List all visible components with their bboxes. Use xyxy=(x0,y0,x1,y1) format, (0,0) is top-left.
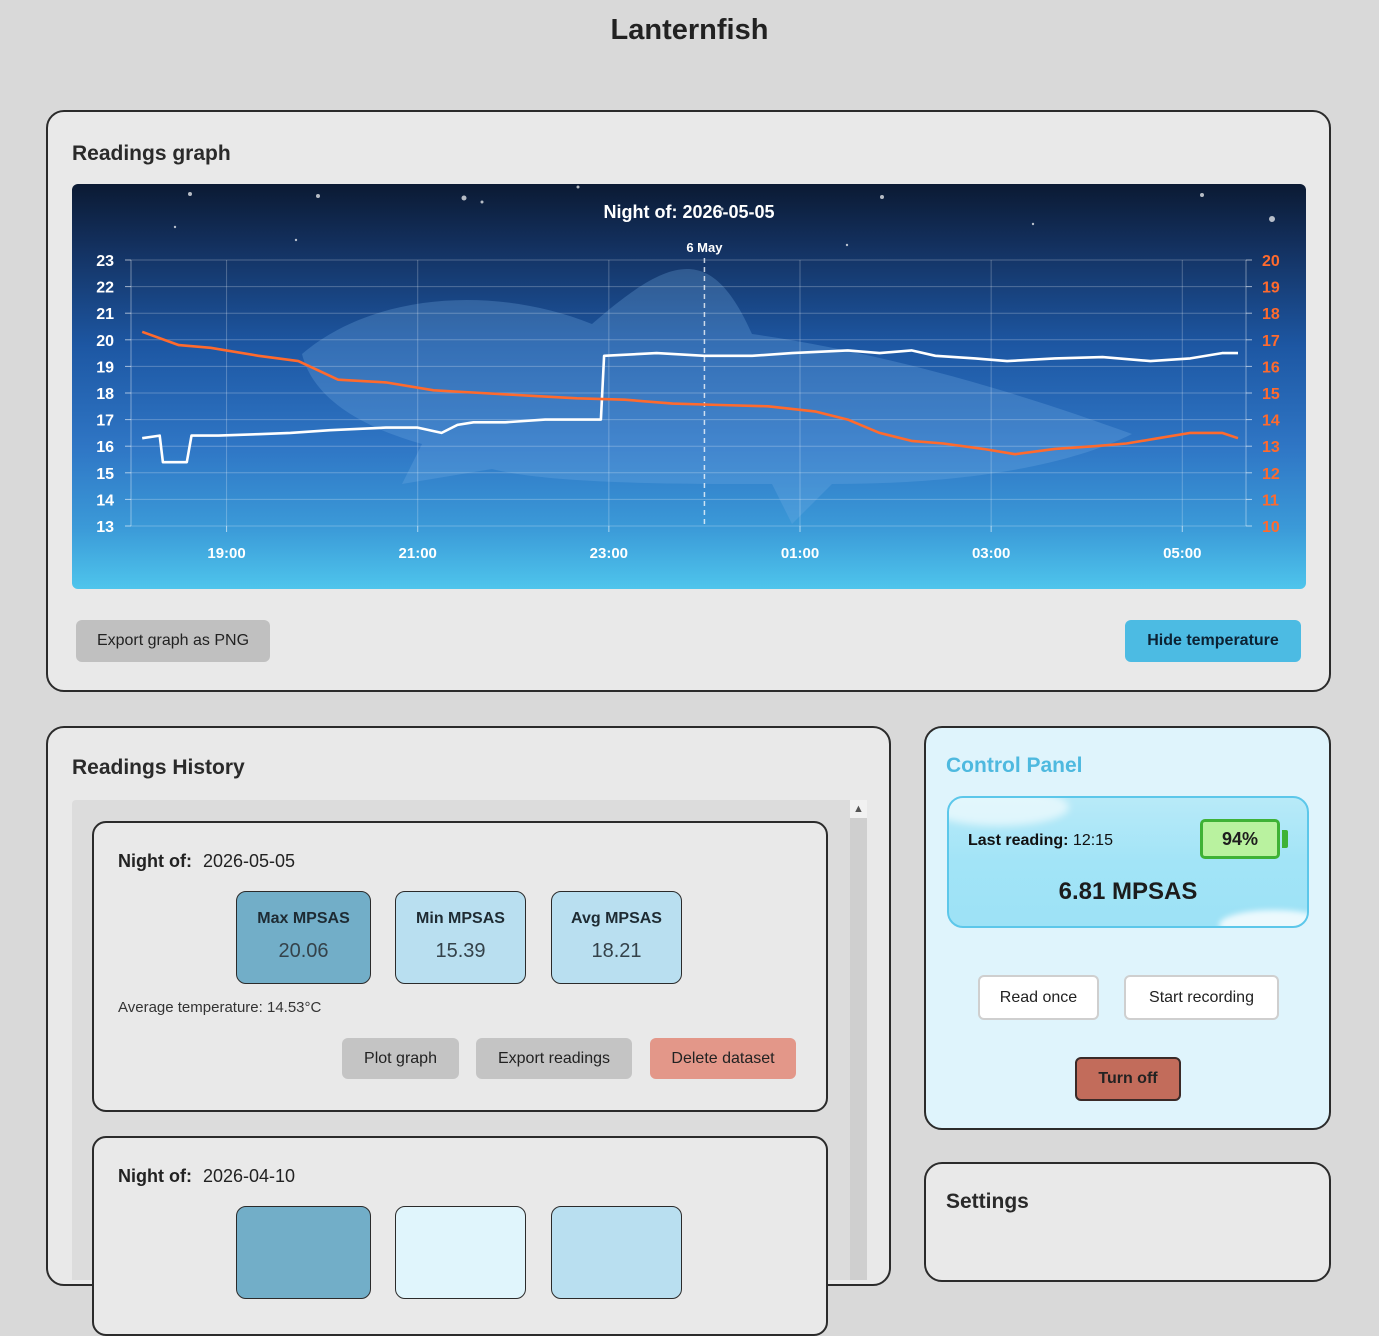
y-right-tick-label: 13 xyxy=(1262,439,1280,456)
avg-mpsas-stat: Avg MPSAS 18.21 xyxy=(551,891,682,984)
readings-graph-card: Readings graph 23 20 22 19 21 18 20 17 19 16 18 15 1… xyxy=(46,110,1331,692)
y-right-tick-label: 16 xyxy=(1262,359,1280,376)
y-right-tick-label: 10 xyxy=(1262,519,1280,536)
mpsas-reading-value: 6.81 MPSAS xyxy=(1058,878,1198,905)
hide-temperature-button[interactable]: Hide temperature xyxy=(1125,620,1301,662)
night-date-label: Night of: 2026-05-05 xyxy=(118,851,295,872)
export-readings-button[interactable]: Export readings xyxy=(476,1038,632,1079)
avg-mpsas-value: 18.21 xyxy=(591,940,642,962)
x-tick-label: 23:00 xyxy=(590,545,628,562)
max-mpsas-label: Max MPSAS xyxy=(257,910,350,927)
readings-chart: 23 20 22 19 21 18 20 17 19 16 18 15 17 14 16 13 15 12 14 11… xyxy=(72,184,1306,589)
y-left-tick-label: 13 xyxy=(96,519,114,536)
y-left-tick-label: 21 xyxy=(96,306,114,323)
delete-dataset-button[interactable]: Delete dataset xyxy=(650,1038,796,1079)
y-right-tick-label: 12 xyxy=(1262,466,1280,483)
min-mpsas-label: Min MPSAS xyxy=(416,910,505,927)
star-icon xyxy=(845,243,849,247)
star-icon xyxy=(173,225,177,229)
x-tick-label: 19:00 xyxy=(207,545,245,562)
last-reading-label: Last reading: xyxy=(968,832,1069,849)
cloud-decoration xyxy=(949,798,1069,826)
y-left-tick-label: 17 xyxy=(96,413,114,430)
night-dataset: Night of: 2026-05-05 Max MPSAS 20.06 Min… xyxy=(92,821,828,1112)
battery-tip xyxy=(1282,830,1288,848)
date-marker-label: 6 May xyxy=(686,240,723,255)
plot-graph-button[interactable]: Plot graph xyxy=(342,1038,459,1079)
current-reading-box: Last reading: 12:15 94% 6.81 MPSAS xyxy=(947,796,1309,928)
star-icon xyxy=(316,194,320,198)
fish-watermark-icon xyxy=(302,269,1132,524)
read-once-button[interactable]: Read once xyxy=(978,975,1099,1020)
y-right-tick-label: 14 xyxy=(1262,413,1280,430)
readings-graph-title: Readings graph xyxy=(72,142,231,165)
night-date-label: Night of: 2026-04-10 xyxy=(118,1166,295,1187)
night-dataset: Night of: 2026-04-10 xyxy=(92,1136,828,1336)
star-icon xyxy=(294,238,298,242)
y-left-tick-label: 22 xyxy=(96,280,114,297)
export-graph-png-button[interactable]: Export graph as PNG xyxy=(76,620,270,662)
y-right-tick-label: 19 xyxy=(1262,280,1280,297)
star-icon xyxy=(1031,222,1035,226)
x-tick-label: 21:00 xyxy=(399,545,437,562)
y-left-tick-label: 18 xyxy=(96,386,114,403)
min-mpsas-stat: Min MPSAS 15.39 xyxy=(395,891,526,984)
average-temperature: Average temperature: 14.53°C xyxy=(118,999,322,1016)
star-icon xyxy=(576,185,580,189)
y-right-tick-label: 17 xyxy=(1262,333,1280,350)
y-left-tick-label: 19 xyxy=(96,359,114,376)
night-of-label: Night of: xyxy=(118,1166,192,1186)
star-icon xyxy=(480,200,484,204)
min-mpsas-stat xyxy=(395,1206,526,1299)
avg-mpsas-label: Avg MPSAS xyxy=(571,910,662,927)
readings-history-title: Readings History xyxy=(72,756,245,779)
last-reading: Last reading: 12:15 xyxy=(968,832,1113,850)
last-reading-time: 12:15 xyxy=(1072,832,1113,849)
app-title: Lanternfish xyxy=(610,14,769,46)
y-right-tick-label: 11 xyxy=(1262,492,1279,509)
y-left-tick-label: 23 xyxy=(96,253,114,270)
night-date: 2026-04-10 xyxy=(202,1166,296,1186)
star-icon xyxy=(880,195,884,199)
settings-title: Settings xyxy=(946,1190,1029,1213)
turn-off-button[interactable]: Turn off xyxy=(1075,1057,1181,1101)
min-mpsas-value: 15.39 xyxy=(435,940,486,962)
max-mpsas-stat xyxy=(236,1206,371,1299)
night-of-label: Night of: xyxy=(118,851,192,871)
cloud-decoration xyxy=(1219,910,1307,926)
scroll-up-icon[interactable]: ▲ xyxy=(850,800,867,818)
max-mpsas-stat: Max MPSAS 20.06 xyxy=(236,891,371,984)
readings-history-card: Readings History ▲ Night of: 2026-05-05 … xyxy=(46,726,891,1336)
x-tick-label: 03:00 xyxy=(972,545,1010,562)
y-left-tick-label: 14 xyxy=(96,492,114,509)
star-icon xyxy=(1200,193,1204,197)
start-recording-button[interactable]: Start recording xyxy=(1124,975,1279,1020)
y-right-tick-label: 20 xyxy=(1262,253,1280,270)
max-mpsas-value: 20.06 xyxy=(278,940,329,962)
y-right-tick-label: 18 xyxy=(1262,306,1280,323)
x-tick-label: 05:00 xyxy=(1163,545,1201,562)
control-panel-title: Control Panel xyxy=(946,754,1083,777)
star-icon xyxy=(188,192,192,196)
y-left-tick-label: 20 xyxy=(96,333,114,350)
x-tick-label: 01:00 xyxy=(781,545,819,562)
y-left-tick-label: 16 xyxy=(96,439,114,456)
battery-icon: 94% xyxy=(1200,819,1280,859)
star-icon xyxy=(1269,216,1275,222)
scrollbar[interactable] xyxy=(850,800,867,1280)
chart-svg: 23 20 22 19 21 18 20 17 19 16 18 15 17 14 16 13 15 12 14 11… xyxy=(96,185,1280,562)
y-left-tick-label: 15 xyxy=(96,466,114,483)
control-panel-card: Control Panel Last reading: 12:15 94% 6.… xyxy=(924,726,1331,1130)
chart-title: Night of: 2026-05-05 xyxy=(603,202,774,222)
avg-mpsas-stat xyxy=(551,1206,682,1299)
star-icon xyxy=(461,195,467,201)
history-scroll-area[interactable]: ▲ Night of: 2026-05-05 Max MPSAS 20.06 M… xyxy=(72,800,867,1336)
settings-card: Settings xyxy=(924,1162,1331,1282)
y-right-tick-label: 15 xyxy=(1262,386,1280,403)
night-date: 2026-05-05 xyxy=(202,851,296,871)
